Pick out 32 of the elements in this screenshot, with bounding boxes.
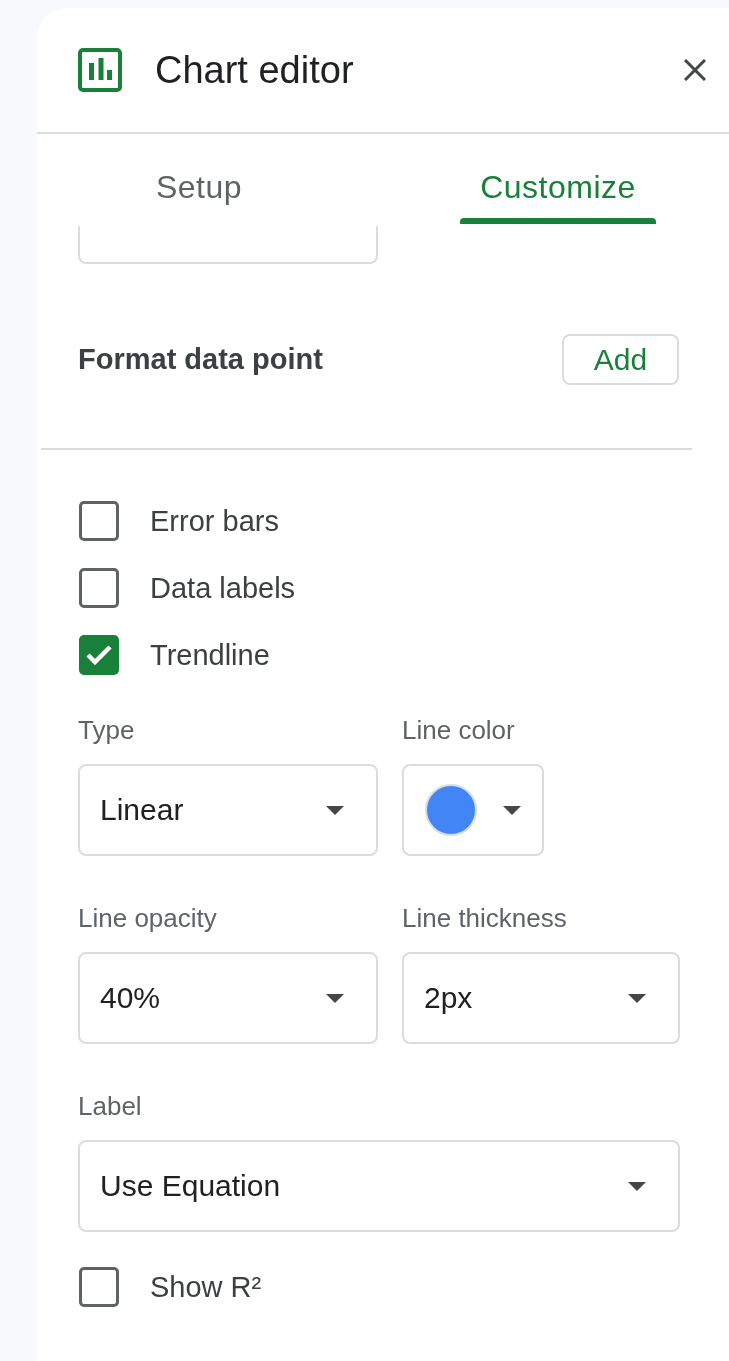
field-label: Line opacity — [78, 903, 217, 933]
dropdown[interactable]: 40% — [78, 952, 378, 1044]
bar-chart-icon — [78, 48, 122, 92]
caret-icon — [326, 805, 344, 815]
checkbox-label: Error bars — [150, 504, 279, 538]
caret-icon — [628, 993, 646, 1003]
checkbox[interactable] — [79, 501, 119, 541]
checkbox-label: Data labels — [150, 571, 296, 605]
checkbox-label: Trendline — [150, 638, 270, 672]
caret-icon — [503, 805, 521, 815]
field-label: Line thickness — [402, 903, 567, 933]
checkbox[interactable] — [79, 635, 119, 675]
panel-title: Chart editor — [155, 48, 355, 92]
tab[interactable]: Setup — [135, 134, 263, 224]
checkbox-label: Show R² — [150, 1270, 262, 1304]
field-label: Type — [78, 715, 135, 745]
field-label: Label — [78, 1091, 142, 1121]
dropdown[interactable]: Linear — [78, 764, 378, 856]
checkbox[interactable] — [79, 568, 119, 608]
section-title: Format data point — [78, 343, 323, 376]
close-icon — [684, 59, 706, 81]
checkbox[interactable] — [79, 1267, 119, 1307]
field-label: Line color — [402, 715, 515, 745]
color-dropdown[interactable] — [402, 764, 544, 856]
dropdown[interactable]: 2px — [402, 952, 680, 1044]
input-field[interactable] — [78, 226, 378, 264]
dropdown[interactable]: Use Equation — [78, 1140, 680, 1232]
add-button[interactable]: Add — [562, 334, 679, 385]
caret-icon — [628, 1181, 646, 1191]
tab[interactable]: Customize — [460, 134, 656, 224]
checkmark-icon — [86, 645, 112, 665]
caret-icon — [326, 993, 344, 1003]
